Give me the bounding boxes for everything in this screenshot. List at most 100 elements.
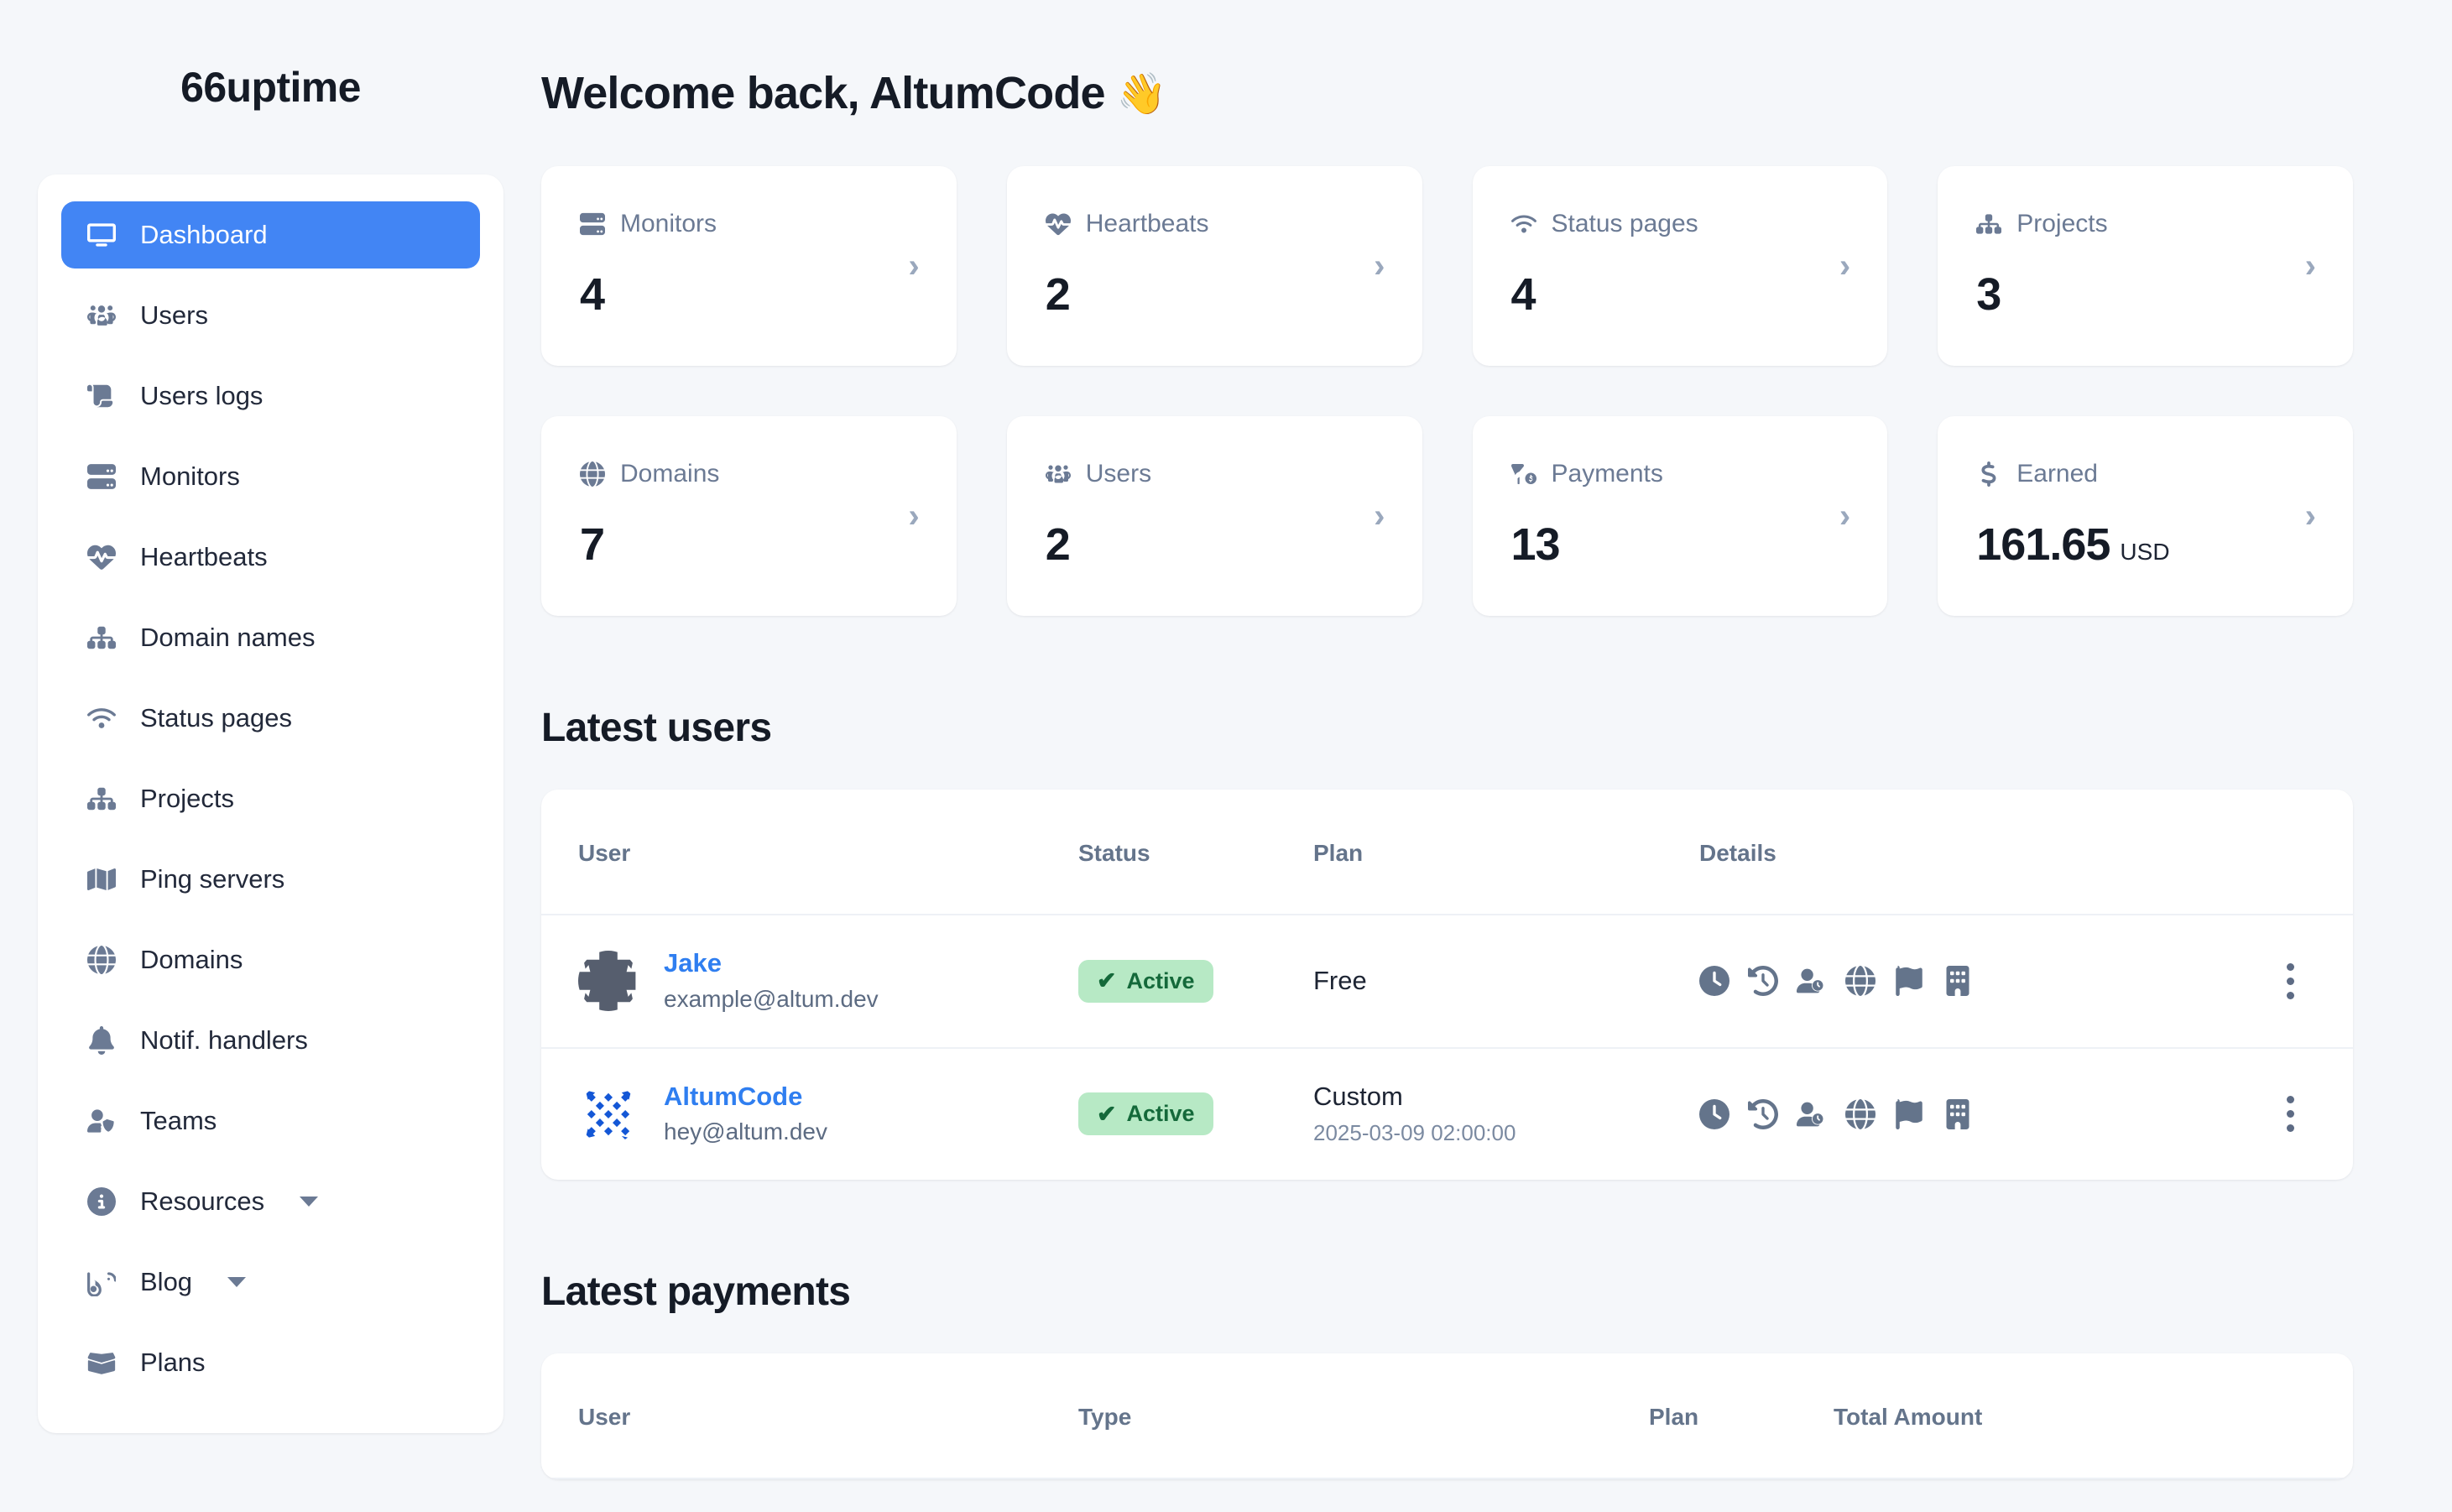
stat-card-value: 2 (1045, 519, 1071, 570)
check-icon: ✔ (1097, 1100, 1117, 1127)
chevron-right-icon[interactable]: › (908, 499, 919, 533)
stat-card-header: Payments (1510, 460, 1849, 488)
sidebar-item-dashboard[interactable]: Dashboard (61, 201, 480, 269)
chevron-right-icon[interactable]: › (2305, 249, 2316, 283)
sidebar: 66uptime Dashboard Users Users logs Monitor… (0, 0, 541, 1512)
chevron-right-icon[interactable]: › (1839, 249, 1850, 283)
flag-icon[interactable] (1894, 966, 1924, 997)
cell-status: ✔ Active (1078, 915, 1313, 1049)
table-row: AltumCode hey@altum.dev ✔ Active Custom 2025-… (541, 1048, 2353, 1181)
plan-date: 2025-03-09 02:00:00 (1313, 1120, 1516, 1146)
avatar (578, 951, 639, 1012)
globe-icon (580, 461, 605, 487)
heartbeat-icon (85, 540, 118, 574)
stat-card-header: Earned (1976, 460, 2314, 488)
column-header-status: Status (1078, 790, 1313, 915)
stat-card-users[interactable]: Users 2 › (1006, 416, 1422, 616)
plan-name: Free (1313, 966, 1367, 996)
column-header-total-amount: Total Amount (1834, 1353, 2353, 1480)
column-header-plan: Plan (1649, 1353, 1834, 1480)
column-header-type: Type (1078, 1353, 1649, 1480)
sidebar-item-domains[interactable]: Domains (61, 926, 480, 993)
sitemap-icon (85, 621, 118, 654)
sidebar-item-label: Heartbeats (140, 542, 268, 571)
flag-icon[interactable] (1894, 1098, 1924, 1129)
sidebar-item-label: Notif. handlers (140, 1025, 308, 1055)
row-menu-button[interactable] (2252, 962, 2353, 999)
sidebar-item-label: Blog (140, 1267, 193, 1296)
sidebar-item-label: Projects (140, 784, 234, 813)
user-clock-icon[interactable] (1797, 966, 1827, 996)
stat-card-payments[interactable]: Payments 13 › (1472, 416, 1888, 616)
stat-card-value: 13 (1510, 519, 1561, 570)
sidebar-item-heartbeats[interactable]: Heartbeats (61, 524, 480, 591)
chevron-right-icon[interactable]: › (1374, 249, 1385, 283)
building-icon[interactable] (1943, 1098, 1973, 1129)
user-name-link[interactable]: AltumCode (664, 1081, 827, 1113)
open-box-icon (85, 1346, 118, 1379)
chevron-down-icon[interactable] (300, 1197, 319, 1207)
sidebar-item-plans[interactable]: Plans (61, 1329, 480, 1396)
history-icon[interactable] (1748, 1098, 1778, 1129)
latest-payments-table-card: User Type Plan Total Amount (541, 1353, 2353, 1480)
stat-card-status-pages[interactable]: Status pages 4 › (1472, 166, 1888, 366)
globe-icon[interactable] (1845, 1098, 1876, 1129)
dollar-icon (1976, 461, 2001, 487)
clock-icon[interactable] (1699, 1098, 1729, 1129)
details-icon-group (1699, 1098, 2252, 1129)
user-identity: Jake example@altum.dev (664, 947, 879, 1015)
stat-card-monitors[interactable]: Monitors 4 › (541, 166, 957, 366)
history-icon[interactable] (1748, 966, 1778, 997)
cell-actions (2252, 1048, 2353, 1181)
sidebar-nav: Dashboard Users Users logs Monitors Heartbea… (38, 175, 503, 1433)
chevron-right-icon[interactable]: › (1839, 499, 1850, 533)
chevron-right-icon[interactable]: › (2305, 499, 2316, 533)
sidebar-item-label: Dashboard (140, 220, 268, 249)
stat-card-label: Earned (2016, 460, 2098, 487)
stat-card-value-row: 4 (1511, 269, 1849, 321)
sidebar-item-status-pages[interactable]: Status pages (61, 685, 480, 752)
stat-card-earned[interactable]: Earned 161.65 USD › (1938, 416, 2353, 616)
table-header-row: User Status Plan Details (541, 790, 2353, 915)
row-menu-button[interactable] (2252, 1096, 2353, 1133)
stat-card-heartbeats[interactable]: Heartbeats 2 › (1006, 166, 1422, 366)
cell-details (1699, 915, 2252, 1049)
stat-card-projects[interactable]: Projects 3 › (1938, 166, 2353, 366)
cell-user: AltumCode hey@altum.dev (541, 1048, 1078, 1181)
sidebar-item-users-logs[interactable]: Users logs (61, 362, 480, 430)
sidebar-item-resources[interactable]: Resources (61, 1168, 480, 1235)
sidebar-item-ping-servers[interactable]: Ping servers (61, 846, 480, 913)
sidebar-item-users[interactable]: Users (61, 282, 480, 349)
brand-name: 66uptime (180, 64, 361, 111)
latest-payments-thead: User Type Plan Total Amount (541, 1353, 2353, 1480)
brand-logo[interactable]: 66uptime (0, 0, 541, 175)
latest-users-table: User Status Plan Details Jake example@alt… (541, 790, 2353, 1180)
chevron-right-icon[interactable]: › (908, 249, 919, 283)
sidebar-item-label: Teams (140, 1106, 217, 1135)
sidebar-item-blog[interactable]: Blog (61, 1249, 480, 1316)
avatar (578, 1083, 639, 1144)
info-circle-icon (85, 1185, 118, 1218)
blog-icon (85, 1265, 118, 1299)
sidebar-item-notif-handlers[interactable]: Notif. handlers (61, 1007, 480, 1074)
chevron-right-icon[interactable]: › (1374, 499, 1385, 533)
stat-card-label: Heartbeats (1085, 210, 1209, 237)
chevron-down-icon[interactable] (227, 1277, 247, 1287)
globe-icon[interactable] (1845, 966, 1876, 997)
sidebar-item-domain-names[interactable]: Domain names (61, 604, 480, 671)
stat-card-header: Projects (1976, 210, 2314, 238)
sidebar-item-monitors[interactable]: Monitors (61, 443, 480, 510)
stat-card-domains[interactable]: Domains 7 › (541, 416, 957, 616)
clock-icon[interactable] (1699, 966, 1729, 997)
user-name-link[interactable]: Jake (664, 947, 879, 980)
stat-card-header: Heartbeats (1045, 210, 1384, 238)
table-row: Jake example@altum.dev ✔ Active Free (541, 915, 2353, 1049)
latest-users-table-card: User Status Plan Details Jake example@alt… (541, 790, 2353, 1181)
users-group-icon (1045, 461, 1071, 487)
sidebar-item-teams[interactable]: Teams (61, 1087, 480, 1155)
stat-card-value-row: 2 (1046, 519, 1384, 571)
stat-card-currency: USD (2120, 539, 2170, 565)
sidebar-item-projects[interactable]: Projects (61, 765, 480, 832)
user-clock-icon[interactable] (1797, 1099, 1827, 1129)
building-icon[interactable] (1943, 966, 1973, 997)
